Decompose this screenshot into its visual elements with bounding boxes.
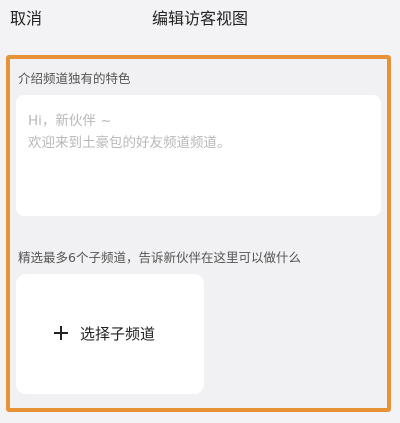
select-subchannel-button[interactable]: 选择子频道 <box>16 274 204 394</box>
highlight-frame: 介绍频道独有的特色 Hi，新伙伴 ~ 欢迎来到土豪包的好友频道频道。 精选最多6… <box>6 55 391 412</box>
intro-section-label: 介绍频道独有的特色 <box>18 71 131 86</box>
plus-icon <box>54 326 68 340</box>
intro-textarea[interactable]: Hi，新伙伴 ~ 欢迎来到土豪包的好友频道频道。 <box>16 95 381 216</box>
intro-placeholder-line-2: 欢迎来到土豪包的好友频道频道。 <box>28 135 231 151</box>
intro-placeholder-line-1: Hi，新伙伴 ~ <box>28 113 112 129</box>
page-title: 编辑访客视图 <box>151 9 248 28</box>
select-subchannel-label: 选择子频道 <box>80 325 156 343</box>
top-bar: 取消 编辑访客视图 <box>0 0 400 34</box>
subchannels-section-label: 精选最多6个子频道，告诉新伙伴在这里可以做什么 <box>18 250 301 265</box>
